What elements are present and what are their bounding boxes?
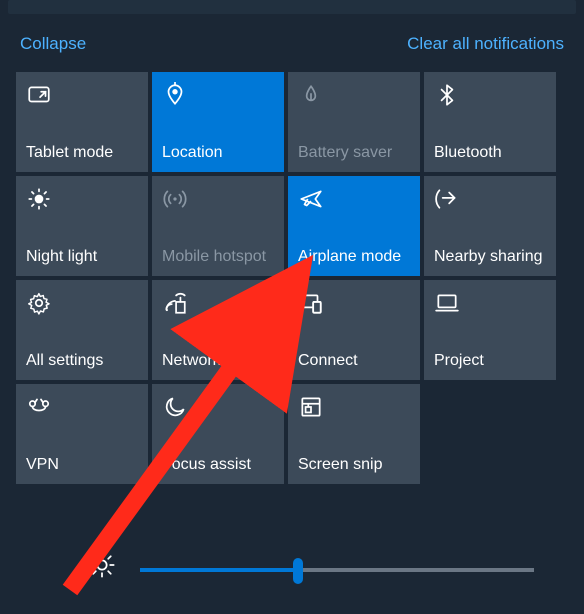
network-icon <box>162 290 274 320</box>
tile-label: Screen snip <box>298 456 410 474</box>
connect-icon <box>298 290 410 320</box>
tile-mobile-hotspot[interactable]: Mobile hotspot <box>152 176 284 276</box>
clear-all-link[interactable]: Clear all notifications <box>407 34 564 54</box>
slider-thumb[interactable] <box>293 558 303 584</box>
tile-label: Project <box>434 352 546 370</box>
tile-screen-snip[interactable]: Screen snip <box>288 384 420 484</box>
tile-vpn[interactable]: VPN <box>16 384 148 484</box>
tile-focus-assist[interactable]: Focus assist <box>152 384 284 484</box>
tile-label: Focus assist <box>162 456 274 474</box>
tile-airplane-mode[interactable]: Airplane mode <box>288 176 420 276</box>
tile-location[interactable]: Location <box>152 72 284 172</box>
tile-night-light[interactable]: Night light <box>16 176 148 276</box>
tile-connect[interactable]: Connect <box>288 280 420 380</box>
tile-label: Nearby sharing <box>434 248 546 266</box>
tile-label: Airplane mode <box>298 248 410 266</box>
tile-project[interactable]: Project <box>424 280 556 380</box>
tile-battery-saver[interactable]: Battery saver <box>288 72 420 172</box>
action-center-panel: { "header": { "collapse": "Collapse", "c… <box>0 0 584 614</box>
brightness-slider[interactable] <box>140 550 534 590</box>
tablet-mode-icon <box>26 82 138 112</box>
airplane-icon <box>298 186 410 216</box>
settings-icon <box>26 290 138 320</box>
vpn-icon <box>26 394 138 424</box>
tile-label: Mobile hotspot <box>162 248 274 266</box>
tile-label: VPN <box>26 456 138 474</box>
tile-bluetooth[interactable]: Bluetooth <box>424 72 556 172</box>
tile-label: Connect <box>298 352 410 370</box>
battery-saver-icon <box>298 82 410 112</box>
project-icon <box>434 290 546 320</box>
tile-label: Network <box>162 352 274 370</box>
focus-assist-icon <box>162 394 274 424</box>
brightness-icon <box>88 551 116 584</box>
tile-label: Night light <box>26 248 138 266</box>
tile-network[interactable]: Network <box>152 280 284 380</box>
tile-label: Bluetooth <box>434 144 546 162</box>
tile-tablet-mode[interactable]: Tablet mode <box>16 72 148 172</box>
screen-snip-icon <box>298 394 410 424</box>
tile-label: Battery saver <box>298 144 410 162</box>
slider-track-fill <box>140 568 298 572</box>
quick-actions-grid: Tablet mode Location Battery saver Bluetoot… <box>0 72 584 484</box>
tile-label: All settings <box>26 352 138 370</box>
collapse-link[interactable]: Collapse <box>20 34 86 54</box>
night-light-icon <box>26 186 138 216</box>
location-icon <box>162 82 274 112</box>
mobile-hotspot-icon <box>162 186 274 216</box>
notification-area <box>8 0 576 14</box>
tile-label: Location <box>162 144 274 162</box>
nearby-sharing-icon <box>434 186 546 216</box>
tile-nearby-sharing[interactable]: Nearby sharing <box>424 176 556 276</box>
tile-label: Tablet mode <box>26 144 138 162</box>
tile-all-settings[interactable]: All settings <box>16 280 148 380</box>
header-links: Collapse Clear all notifications <box>0 14 584 72</box>
bluetooth-icon <box>434 82 546 112</box>
